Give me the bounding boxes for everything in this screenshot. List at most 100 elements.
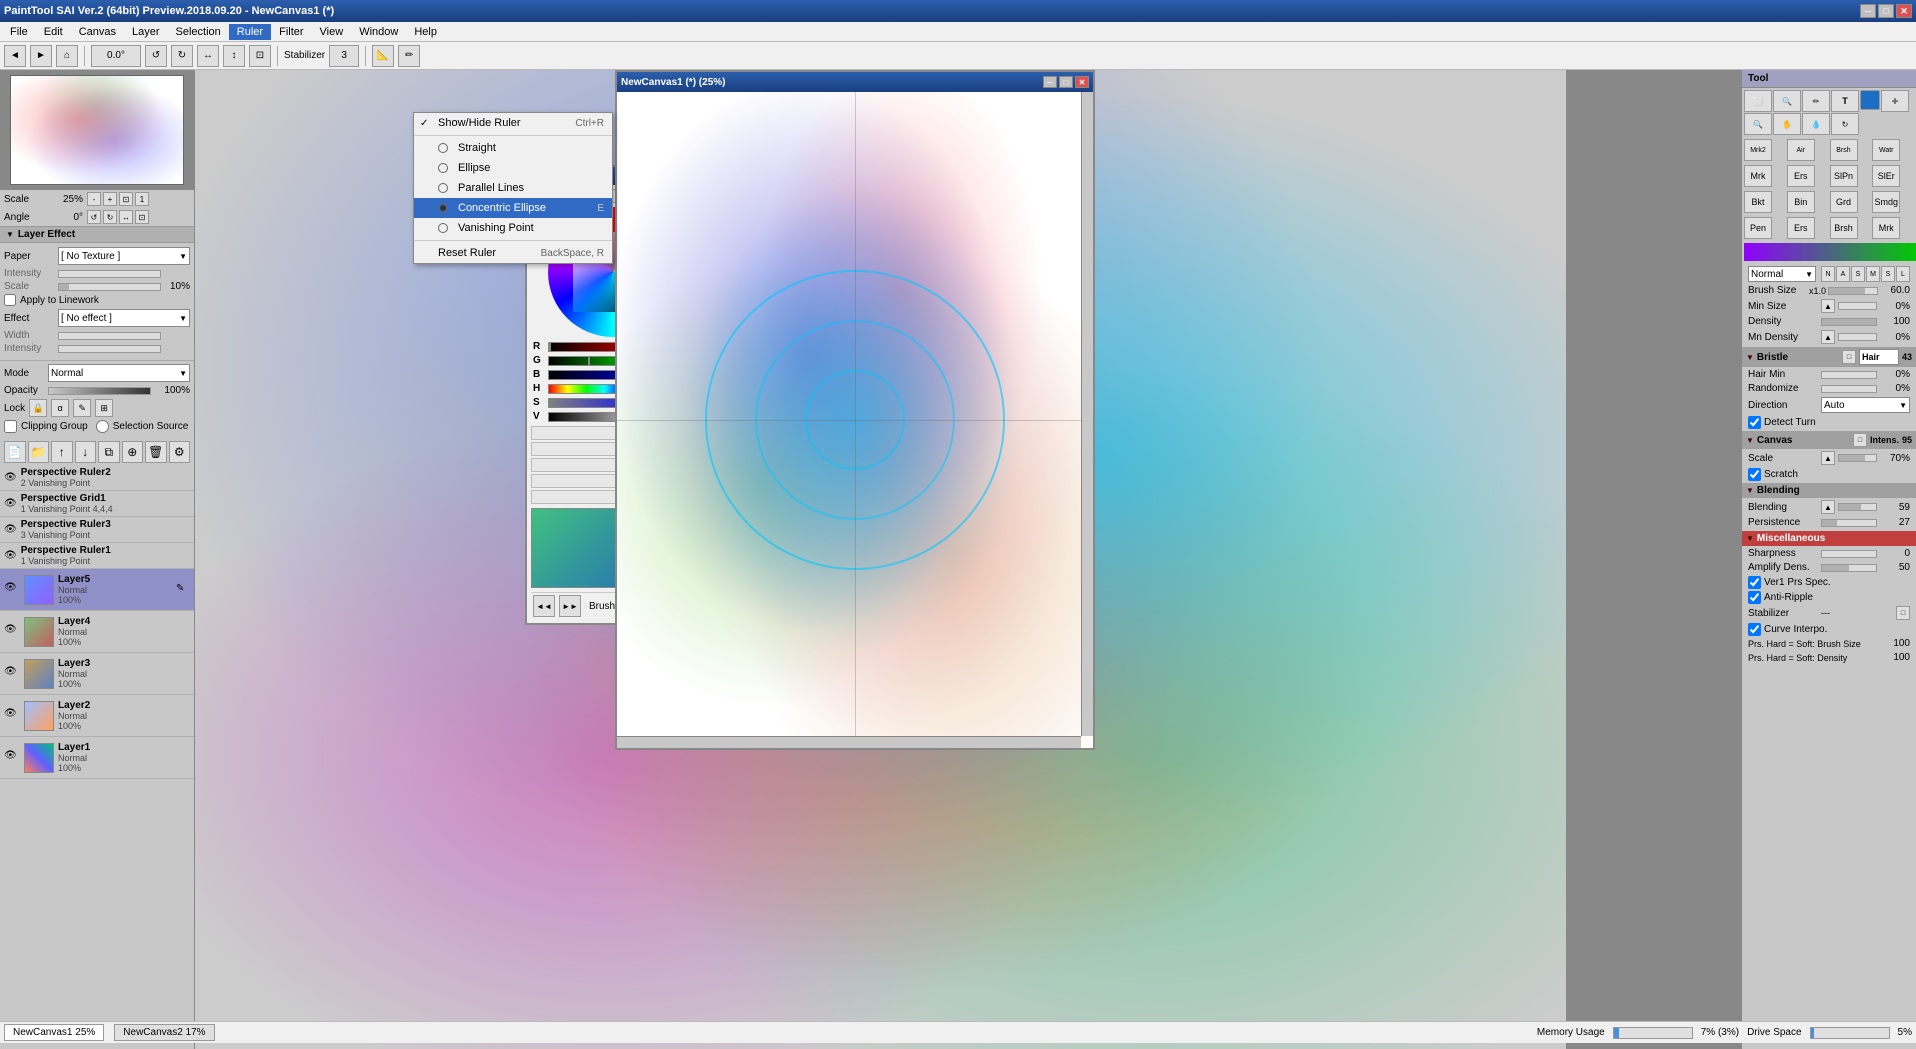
menu-canvas[interactable]: Canvas <box>71 24 124 40</box>
angle-flip[interactable]: ↔ <box>119 210 133 224</box>
canvas-window-content[interactable] <box>617 92 1093 748</box>
scale-effect-track[interactable] <box>58 283 161 291</box>
min-density-track[interactable] <box>1838 333 1877 341</box>
reset-view[interactable]: ⊡ <box>249 45 271 67</box>
table-row[interactable]: 👁 Layer4 Normal 100% <box>0 611 194 653</box>
scratch-check[interactable] <box>1748 468 1761 481</box>
paper-select[interactable]: [ No Texture ] ▼ <box>58 247 190 265</box>
lock-pos-btn[interactable]: ✎ <box>73 399 91 417</box>
clipping-check[interactable] <box>4 420 17 433</box>
menu-edit[interactable]: Edit <box>36 24 71 40</box>
layer-settings-btn[interactable]: ⚙ <box>169 441 191 463</box>
tool-btn-color[interactable] <box>1860 90 1880 110</box>
direction-select[interactable]: Auto ▼ <box>1821 397 1910 413</box>
stabilizer-value[interactable]: 3 <box>329 45 359 67</box>
brush-size-track[interactable] <box>1828 287 1878 295</box>
layer-copy-btn[interactable]: ⧉ <box>98 441 120 463</box>
menu-filter[interactable]: Filter <box>271 24 311 40</box>
tool-brush2[interactable]: Brsh <box>1830 217 1858 239</box>
brush-prev-btn[interactable]: ◄◄ <box>533 595 555 617</box>
lum-mode-btn[interactable]: L <box>1896 266 1910 282</box>
layer-eye-icon[interactable]: 👁 <box>4 624 20 640</box>
minimize-button[interactable]: ─ <box>1860 4 1876 18</box>
min-size-spin[interactable]: ▲ <box>1821 299 1835 313</box>
amplify-track[interactable] <box>1821 564 1877 572</box>
min-density-spin[interactable]: ▲ <box>1821 330 1835 344</box>
menu-ellipse[interactable]: Ellipse <box>414 158 612 178</box>
menu-parallel[interactable]: Parallel Lines <box>414 178 612 198</box>
menu-view[interactable]: View <box>312 24 352 40</box>
tool-smudge[interactable]: Smdg <box>1872 191 1900 213</box>
scale-reset[interactable]: 1 <box>135 192 149 206</box>
canvas-painting[interactable] <box>617 92 1093 748</box>
tool-eraser2[interactable]: Ers <box>1787 217 1815 239</box>
scale-increase[interactable]: + <box>103 192 117 206</box>
scr-mode-btn[interactable]: S <box>1881 266 1895 282</box>
list-item[interactable]: 👁 Perspective Ruler2 2 Vanishing Point <box>0 465 194 491</box>
tool-btn-marquee[interactable]: ⬜ <box>1744 90 1772 112</box>
table-row[interactable]: 👁 Layer5 Normal 100% ✎ <box>0 569 194 611</box>
tool-water[interactable]: Watr <box>1872 139 1900 161</box>
ruler-tool[interactable]: 📐 <box>372 45 394 67</box>
layer-eye-icon[interactable]: 👁 <box>4 666 20 682</box>
mode-select[interactable]: Normal ▼ <box>48 364 190 382</box>
toolbar-nav-next[interactable]: ► <box>30 45 52 67</box>
layer-effect-header[interactable]: ▼ Layer Effect <box>0 226 194 243</box>
persistence-track[interactable] <box>1821 519 1877 527</box>
mul-mode-btn[interactable]: M <box>1866 266 1880 282</box>
randomize-track[interactable] <box>1821 385 1877 393</box>
status-tab-canvas1[interactable]: NewCanvas1 25% <box>4 1024 104 1041</box>
tool-btn-text[interactable]: T <box>1831 90 1859 112</box>
bristle-mode-select[interactable]: Hair <box>1859 349 1899 365</box>
new-folder-btn[interactable]: 📁 <box>28 441 50 463</box>
selection-source-radio[interactable] <box>96 420 109 433</box>
rotate-left[interactable]: ↺ <box>145 45 167 67</box>
sharpness-track[interactable] <box>1821 550 1877 558</box>
menu-selection[interactable]: Selection <box>168 24 229 40</box>
effect-select[interactable]: [ No effect ] ▼ <box>58 309 190 327</box>
tool-airbrush[interactable]: Air <box>1787 139 1815 161</box>
add-mode-btn[interactable]: A <box>1836 266 1850 282</box>
tool-bucket[interactable]: Bkt <box>1744 191 1772 213</box>
layer-eye-icon[interactable]: 👁 <box>4 708 20 724</box>
tool-btn-eyedrop[interactable]: 💧 <box>1802 113 1830 135</box>
angle-ccw[interactable]: ↺ <box>87 210 101 224</box>
tool-grad[interactable]: Grd <box>1830 191 1858 213</box>
tool-btn-hand[interactable]: ✋ <box>1773 113 1801 135</box>
canvas-scale-spin[interactable]: ▲ <box>1821 451 1835 465</box>
canvas-hscroll[interactable] <box>617 736 1081 748</box>
sub-mode-btn[interactable]: S <box>1851 266 1865 282</box>
pen-tool[interactable]: ✏ <box>398 45 420 67</box>
min-size-track[interactable] <box>1838 302 1877 310</box>
blending-section-header[interactable]: ▼ Blending <box>1742 483 1916 498</box>
lock-pixel-btn[interactable]: 🔒 <box>29 399 47 417</box>
toolbar-nav-prev[interactable]: ◄ <box>4 45 26 67</box>
blending-track[interactable] <box>1838 503 1877 511</box>
menu-window[interactable]: Window <box>351 24 406 40</box>
menu-layer[interactable]: Layer <box>124 24 168 40</box>
angle-cw[interactable]: ↻ <box>103 210 117 224</box>
apply-linework-check[interactable] <box>4 294 16 306</box>
new-layer-btn[interactable]: 📄 <box>4 441 26 463</box>
list-item[interactable]: 👁 Perspective Grid1 1 Vanishing Point 4,… <box>0 491 194 517</box>
canvas-minimize-btn[interactable]: ─ <box>1043 76 1057 88</box>
menu-ruler[interactable]: Ruler <box>229 24 271 40</box>
tool-marker3[interactable]: Mrk <box>1872 217 1900 239</box>
menu-help[interactable]: Help <box>406 24 445 40</box>
tool-marker[interactable]: Mrk <box>1744 165 1772 187</box>
canvas-section-header[interactable]: ▼ Canvas □ Intens. 95 <box>1742 431 1916 449</box>
menu-vanishing[interactable]: Vanishing Point <box>414 218 612 238</box>
bristle-toggle[interactable]: □ <box>1842 350 1856 364</box>
scale-decrease[interactable]: - <box>87 192 101 206</box>
tool-pen2[interactable]: Pen <box>1744 217 1772 239</box>
flip-h[interactable]: ↔ <box>197 45 219 67</box>
tool-btn-move[interactable]: ✛ <box>1881 90 1909 112</box>
flip-v[interactable]: ↕ <box>223 45 245 67</box>
table-row[interactable]: 👁 Layer2 Normal 100% <box>0 695 194 737</box>
misc-section-header[interactable]: ▼ Miscellaneous <box>1742 531 1916 546</box>
curve-interpo-check[interactable] <box>1748 623 1761 636</box>
canvas-scale-track[interactable] <box>1838 454 1877 462</box>
normal-mode-btn[interactable]: N <box>1821 266 1835 282</box>
tool-btn-pen[interactable]: ✏ <box>1802 90 1830 112</box>
detect-turn-check[interactable] <box>1748 416 1761 429</box>
